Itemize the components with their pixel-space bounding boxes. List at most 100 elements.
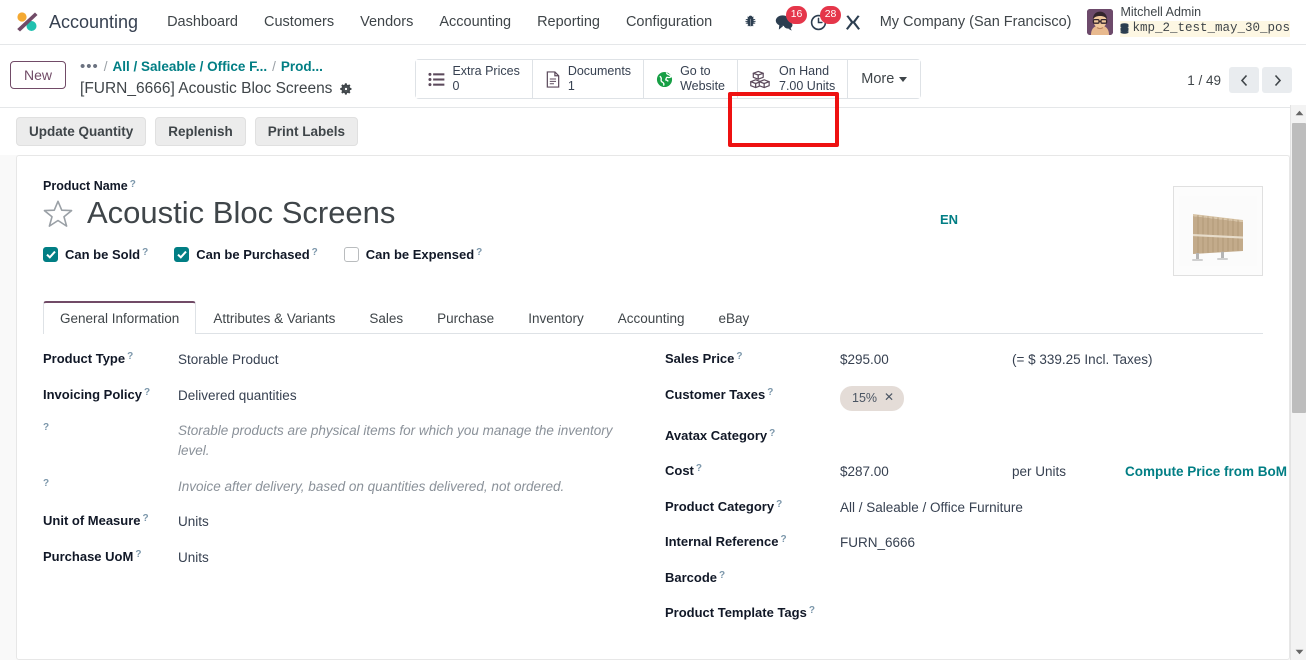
stat-label: Go to xyxy=(680,63,711,78)
help-icon[interactable]: ? xyxy=(130,179,136,190)
vertical-scrollbar[interactable] xyxy=(1290,105,1306,660)
tab-inventory[interactable]: Inventory xyxy=(511,301,601,334)
company-switcher[interactable]: My Company (San Francisco) xyxy=(870,8,1082,36)
field-invoicing-policy: Invoicing Policy? Delivered quantities xyxy=(43,386,653,406)
action-button-bar: Update Quantity Replenish Print Labels xyxy=(0,108,1306,156)
can-be-expensed-label-text: Can be Expensed xyxy=(365,247,475,263)
bug-icon[interactable] xyxy=(734,5,768,39)
breadcrumb-item-category[interactable]: All / Saleable / Office F... xyxy=(113,57,268,77)
menu-customers[interactable]: Customers xyxy=(251,8,347,36)
avatax-label: Avatax Category? xyxy=(665,427,840,446)
chat-bubble-icon[interactable]: 16 xyxy=(768,5,808,39)
can-be-sold-label: Can be Sold? xyxy=(65,247,148,262)
checkbox-box xyxy=(343,247,359,263)
breadcrumb-path: ••• / All / Saleable / Office F... / Pro… xyxy=(80,57,353,77)
record-title: [FURN_6666] Acoustic Bloc Screens xyxy=(80,80,333,98)
field-columns: Product Type? Storable Product Invoicing… xyxy=(43,334,1287,638)
scroll-down-button[interactable] xyxy=(1291,644,1306,660)
help-invoice-text: Invoice after delivery, based on quantit… xyxy=(178,478,565,494)
sales-price-value[interactable]: $295.00 xyxy=(840,350,1012,370)
product-image[interactable] xyxy=(1173,186,1263,277)
product-category-label-text: Product Category xyxy=(665,498,775,514)
cost-value[interactable]: $287.00 xyxy=(840,462,1012,482)
field-unit-of-measure: Unit of Measure? Units xyxy=(43,512,653,532)
stat-button-on-hand[interactable]: On Hand 7.00 Units xyxy=(738,60,849,98)
field-product-type: Product Type? Storable Product xyxy=(43,350,653,370)
stat-button-go-to-website[interactable]: Go to Website xyxy=(644,60,738,98)
help-icon[interactable]: ? xyxy=(809,604,815,619)
tools-icon[interactable] xyxy=(836,5,870,39)
user-menu[interactable]: Mitchell Admin kmp_2_test_may_30_pos xyxy=(1081,3,1294,40)
product-category-value[interactable]: All / Saleable / Office Furniture xyxy=(840,498,1263,518)
product-name-value[interactable]: Acoustic Bloc Screens xyxy=(87,194,395,233)
pager-previous-button[interactable] xyxy=(1229,67,1259,93)
close-icon[interactable]: ✕ xyxy=(884,389,894,406)
menu-vendors[interactable]: Vendors xyxy=(347,8,426,36)
customer-taxes-label: Customer Taxes? xyxy=(665,386,840,405)
language-badge[interactable]: EN xyxy=(940,178,958,227)
can-be-purchased-checkbox[interactable]: Can be Purchased? xyxy=(174,247,318,263)
menu-reporting[interactable]: Reporting xyxy=(524,8,613,36)
help-icon[interactable]: ? xyxy=(144,386,150,401)
field-product-category: Product Category? All / Saleable / Offic… xyxy=(665,498,1263,518)
tab-accounting[interactable]: Accounting xyxy=(601,301,702,334)
more-button[interactable]: More xyxy=(848,60,921,98)
help-icon[interactable]: ? xyxy=(142,247,148,258)
document-icon xyxy=(546,70,560,88)
field-customer-taxes: Customer Taxes? 15% ✕ xyxy=(665,385,1263,411)
uom-value[interactable]: Units xyxy=(178,512,653,532)
stat-value: Website xyxy=(680,79,725,93)
help-icon[interactable]: ? xyxy=(719,569,725,584)
tab-general-information[interactable]: General Information xyxy=(43,301,197,335)
update-quantity-button[interactable]: Update Quantity xyxy=(16,117,147,147)
tab-sales[interactable]: Sales xyxy=(352,301,420,334)
help-icon[interactable]: ? xyxy=(143,512,149,527)
stat-button-extra-prices[interactable]: Extra Prices 0 xyxy=(416,60,533,98)
compute-price-from-bom-link[interactable]: Compute Price from BoM xyxy=(1125,462,1287,482)
menu-configuration[interactable]: Configuration xyxy=(613,8,725,36)
help-icon[interactable]: ? xyxy=(767,386,773,401)
scroll-up-button[interactable] xyxy=(1291,105,1306,121)
tab-ebay[interactable]: eBay xyxy=(702,301,767,334)
help-icon[interactable]: ? xyxy=(135,548,141,563)
sales-price-incl-taxes: (= $ 339.25 Incl. Taxes) xyxy=(1012,352,1153,368)
favorite-star-icon[interactable] xyxy=(43,199,73,228)
gear-icon[interactable] xyxy=(339,82,353,96)
breadcrumb-overflow-icon[interactable]: ••• xyxy=(80,59,99,74)
record-title-line: [FURN_6666] Acoustic Bloc Screens xyxy=(80,77,353,101)
help-icon[interactable]: ? xyxy=(127,350,133,365)
replenish-button[interactable]: Replenish xyxy=(155,117,246,147)
help-icon[interactable]: ? xyxy=(43,477,49,492)
help-icon[interactable]: ? xyxy=(696,462,702,477)
odoo-brand-home[interactable]: Accounting xyxy=(10,10,154,34)
help-icon[interactable]: ? xyxy=(736,350,742,365)
help-icon[interactable]: ? xyxy=(43,421,49,436)
invoicing-policy-value[interactable]: Delivered quantities xyxy=(178,386,653,406)
purchase-uom-value[interactable]: Units xyxy=(178,548,653,568)
breadcrumb-item-products[interactable]: Prod... xyxy=(281,57,323,77)
pager-next-button[interactable] xyxy=(1262,67,1292,93)
sales-price-label-text: Sales Price xyxy=(665,351,735,367)
stat-button-documents[interactable]: Documents 1 xyxy=(532,60,645,98)
activity-clock-icon[interactable]: 28 xyxy=(802,5,842,39)
can-be-sold-checkbox[interactable]: Can be Sold? xyxy=(43,247,148,263)
help-icon[interactable]: ? xyxy=(780,533,786,548)
help-icon[interactable]: ? xyxy=(312,247,318,258)
menu-accounting[interactable]: Accounting xyxy=(426,8,524,36)
help-icon[interactable]: ? xyxy=(776,498,782,513)
help-icon[interactable]: ? xyxy=(769,427,775,442)
tax-tag[interactable]: 15% ✕ xyxy=(840,385,905,411)
breadcrumb-separator-2: / xyxy=(272,59,276,74)
product-type-value[interactable]: Storable Product xyxy=(178,350,653,370)
new-button[interactable]: New xyxy=(10,61,67,89)
internal-reference-value[interactable]: FURN_6666 xyxy=(840,533,1263,553)
menu-dashboard[interactable]: Dashboard xyxy=(154,8,251,36)
scrollbar-thumb[interactable] xyxy=(1292,123,1306,413)
tab-purchase[interactable]: Purchase xyxy=(420,301,511,334)
app-name: Accounting xyxy=(49,11,139,32)
help-icon[interactable]: ? xyxy=(476,247,482,258)
print-labels-button[interactable]: Print Labels xyxy=(254,117,359,147)
avatax-label-text: Avatax Category xyxy=(665,427,768,443)
tab-attributes-variants[interactable]: Attributes & Variants xyxy=(196,301,352,334)
can-be-expensed-checkbox[interactable]: Can be Expensed? xyxy=(343,247,482,263)
